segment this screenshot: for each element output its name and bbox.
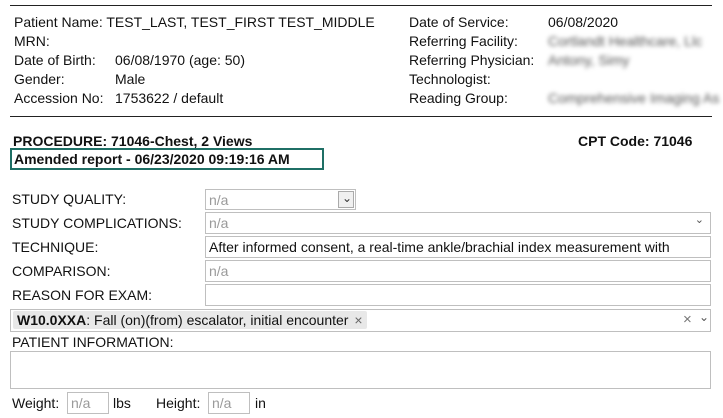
- chevron-down-icon: ⌄: [694, 214, 704, 226]
- clear-icon[interactable]: ×: [683, 311, 692, 329]
- facility-label: Referring Facility:: [409, 33, 518, 49]
- height-label: Height:: [156, 395, 201, 411]
- gender-value: Male: [115, 71, 146, 87]
- physician-value: Antony, Simy: [548, 52, 630, 68]
- weight-placeholder: n/a: [71, 395, 91, 411]
- patient-name-label: Patient Name:: [14, 14, 103, 30]
- technique-value: After informed consent, a real-time ankl…: [209, 239, 670, 255]
- height-input[interactable]: n/a: [208, 392, 250, 414]
- reading-group-value: Comprehensive Imaging Associates: [548, 90, 720, 106]
- patient-information-label: PATIENT INFORMATION:: [12, 334, 174, 350]
- weight-unit: lbs: [113, 395, 131, 411]
- mid-divider: [10, 116, 712, 117]
- chevron-down-icon[interactable]: ⌄: [699, 308, 709, 326]
- study-complications-label: STUDY COMPLICATIONS:: [12, 215, 182, 231]
- study-quality-value: n/a: [209, 192, 229, 208]
- study-quality-select[interactable]: n/a ⌄: [205, 189, 356, 210]
- dob-label: Date of Birth:: [14, 52, 96, 68]
- height-placeholder: n/a: [212, 395, 232, 411]
- top-divider: [10, 5, 712, 6]
- amended-report-text: Amended report - 06/23/2020 09:19:16 AM: [14, 151, 290, 167]
- gender-label: Gender:: [14, 71, 65, 87]
- study-complications-value: n/a: [209, 215, 229, 231]
- accession-label: Accession No:: [14, 90, 104, 106]
- technique-label: TECHNIQUE:: [12, 239, 99, 255]
- diagnosis-code: W10.0XXA: [17, 312, 87, 328]
- comparison-label: COMPARISON:: [12, 263, 111, 279]
- reading-group-label: Reading Group:: [409, 90, 508, 106]
- mrn-label: MRN:: [14, 33, 50, 49]
- technologist-label: Technologist:: [409, 71, 491, 87]
- height-unit: in: [255, 395, 266, 411]
- tag-remove-icon[interactable]: ×: [354, 312, 362, 328]
- weight-input[interactable]: n/a: [67, 392, 109, 414]
- study-complications-select[interactable]: n/a ⌄: [205, 212, 711, 234]
- physician-label: Referring Physician:: [409, 52, 535, 68]
- comparison-placeholder: n/a: [209, 263, 229, 279]
- patient-information-textarea[interactable]: [10, 351, 711, 389]
- dos-value: 06/08/2020: [548, 14, 619, 30]
- accession-value: 1753622 / default: [115, 90, 224, 106]
- dob-value: 06/08/1970 (age: 50): [115, 52, 245, 68]
- cpt-code: CPT Code: 71046: [578, 133, 693, 149]
- chevron-down-icon: ⌄: [342, 191, 353, 205]
- reason-input[interactable]: [205, 284, 711, 306]
- select-arrow-box: ⌄: [338, 191, 354, 208]
- patient-name-row: Patient Name: TEST_LAST, TEST_FIRST TEST…: [14, 14, 375, 31]
- technique-input[interactable]: After informed consent, a real-time ankl…: [205, 236, 711, 258]
- comparison-input[interactable]: n/a: [205, 260, 711, 282]
- facility-value: Cortlandt Healthcare, Llc: [548, 33, 703, 49]
- diagnosis-tag: W10.0XXA: Fall (on)(from) escalator, ini…: [13, 311, 367, 329]
- diagnosis-text: : Fall (on)(from) escalator, initial enc…: [86, 312, 349, 328]
- weight-label: Weight:: [12, 395, 60, 411]
- reason-label: REASON FOR EXAM:: [12, 287, 153, 303]
- dos-label: Date of Service:: [409, 14, 509, 30]
- patient-name-value: TEST_LAST, TEST_FIRST TEST_MIDDLE: [106, 14, 375, 30]
- study-quality-label: STUDY QUALITY:: [12, 191, 127, 207]
